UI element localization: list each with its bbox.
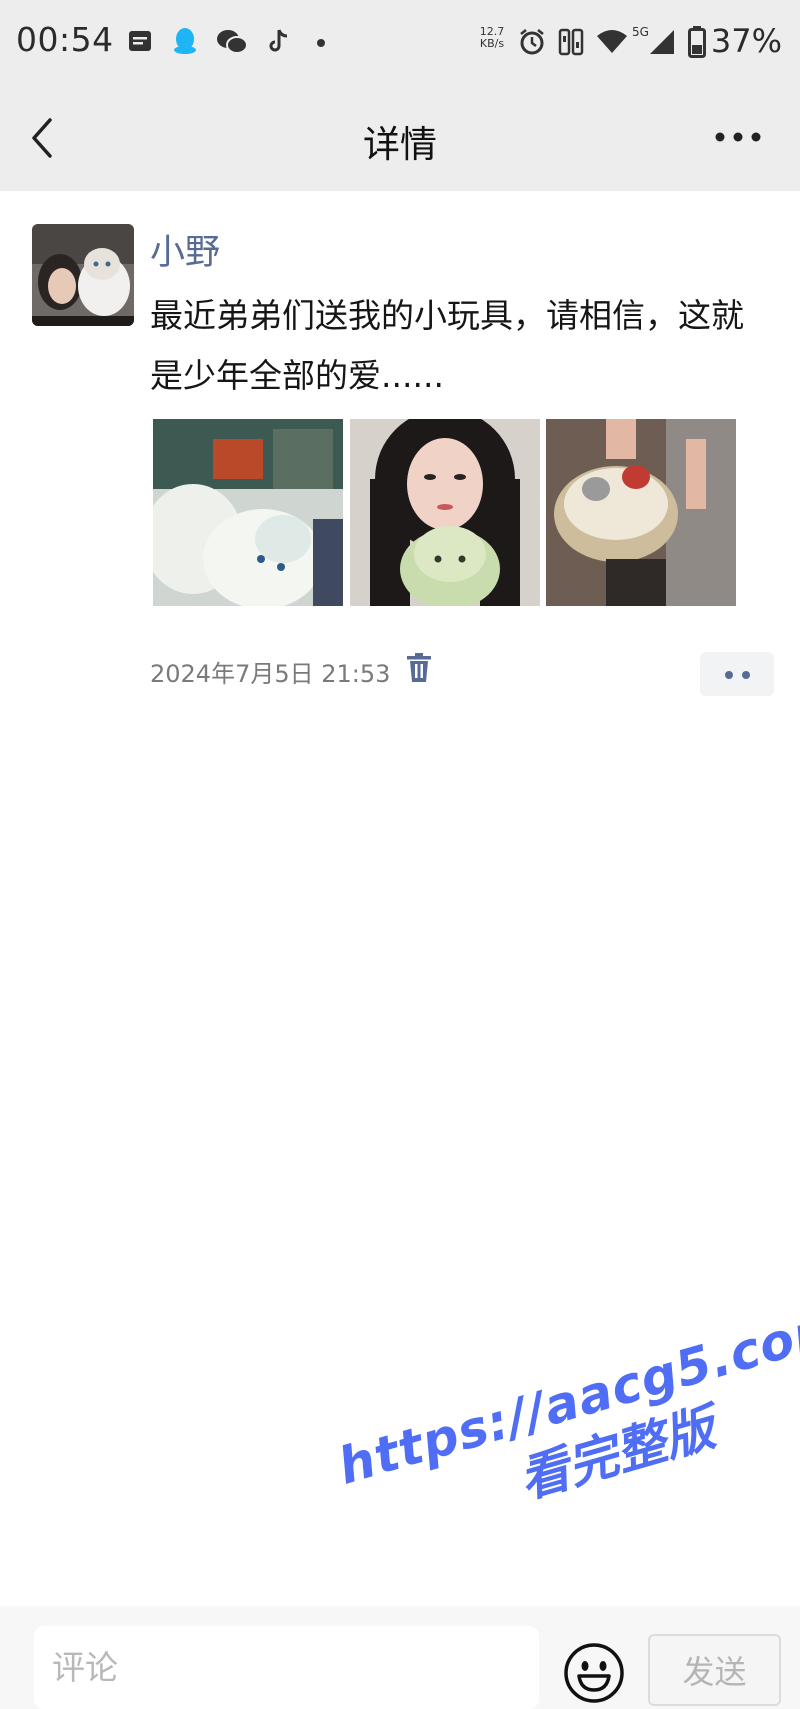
- page-title: 详情: [363, 123, 437, 166]
- battery-percent: 37%: [710, 22, 782, 60]
- smiley-icon[interactable]: [563, 1642, 625, 1704]
- send-button[interactable]: 发送: [648, 1634, 781, 1706]
- wechat-icon: [217, 30, 248, 54]
- wifi-icon: [597, 30, 627, 53]
- comment-bar: 发送: [0, 1606, 800, 1709]
- nav-bar: 详情: [0, 86, 800, 191]
- post-photo-1[interactable]: [153, 419, 343, 606]
- trash-icon[interactable]: [406, 653, 432, 683]
- nfc-icon: [558, 28, 584, 56]
- network-speed: 12.7 KB/s: [476, 26, 508, 50]
- avatar[interactable]: [32, 224, 134, 326]
- signal-label: 5G: [632, 25, 649, 39]
- post-timestamp: 2024年7月5日 21:53: [150, 660, 391, 688]
- battery-icon: [688, 26, 706, 58]
- dot-icon: [317, 39, 325, 47]
- more-dots-icon[interactable]: [712, 122, 764, 152]
- two-dots-icon: [725, 671, 733, 679]
- network-speed-unit: KB/s: [479, 37, 505, 50]
- watermark: https://aacg5.com 看完整版: [332, 1295, 800, 1560]
- status-bar: 00:54 12.7 KB/s 5G 37%: [0, 0, 800, 86]
- status-time: 00:54: [16, 20, 114, 59]
- qq-icon: [174, 28, 196, 54]
- moments-detail-page: 00:54 12.7 KB/s 5G 37% 详情 小野 最近弟弟们送我的小玩具…: [0, 0, 800, 1709]
- post-photo-2[interactable]: [350, 419, 540, 606]
- post-action-button[interactable]: [700, 652, 774, 696]
- author-name[interactable]: 小野: [150, 224, 220, 275]
- two-dots-icon: [742, 671, 750, 679]
- message-icon: [129, 31, 151, 51]
- tiktok-icon: [269, 29, 288, 52]
- post-photo-3[interactable]: [546, 419, 736, 606]
- signal-icon: [650, 30, 674, 54]
- post-text: 最近弟弟们送我的小玩具，请相信，这就是少年全部的爱......: [150, 296, 744, 395]
- alarm-icon: [520, 29, 544, 55]
- comment-input[interactable]: [34, 1626, 539, 1709]
